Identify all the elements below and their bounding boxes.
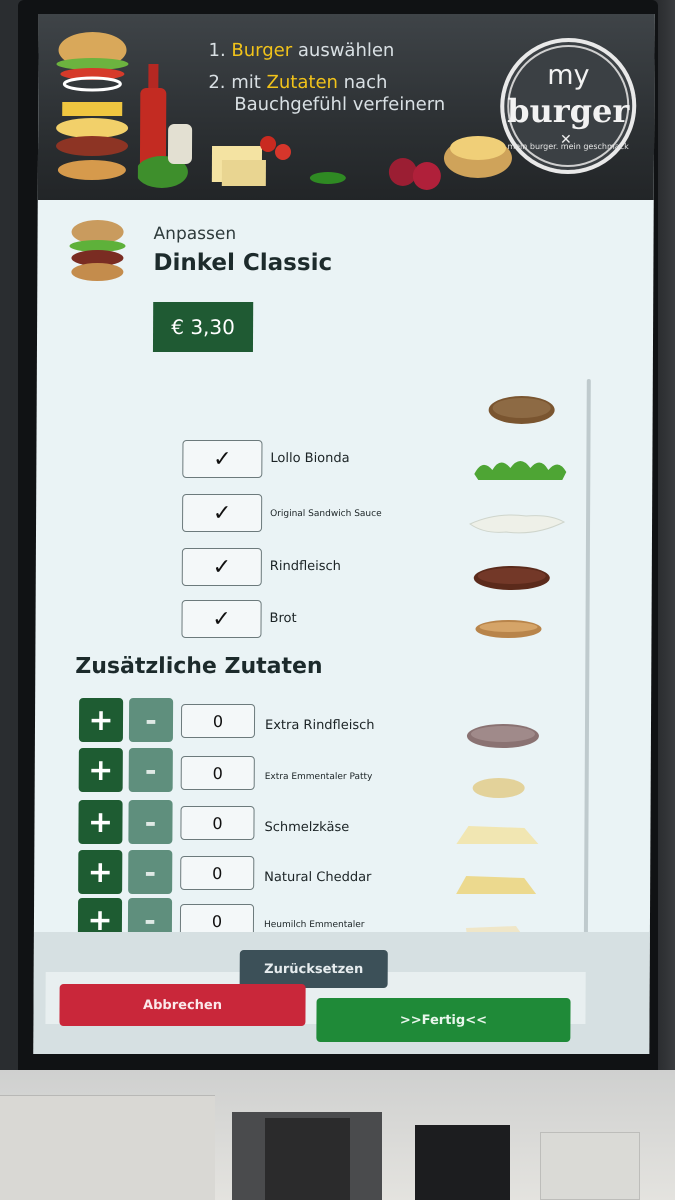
receipt-slot: [415, 1125, 510, 1200]
cheese-slice-icon: [456, 826, 539, 844]
quantity-field[interactable]: 0: [180, 856, 255, 890]
extra-label: Heumilch Emmentaler: [263, 920, 365, 930]
plus-button[interactable]: +: [78, 850, 123, 894]
ingredient-checkbox[interactable]: ✓: [182, 440, 263, 478]
quantity-field[interactable]: 0: [180, 806, 255, 840]
quantity-field[interactable]: 0: [180, 704, 256, 738]
done-button[interactable]: >>Fertig<<: [316, 998, 571, 1042]
patty-icon: [466, 724, 539, 748]
plus-button[interactable]: +: [78, 748, 123, 792]
extra-label: Natural Cheddar: [264, 870, 372, 885]
extra-label: Schmelzkäse: [264, 820, 350, 835]
beef-patty-icon: [473, 566, 550, 590]
price-badge: € 3,30: [152, 302, 254, 352]
onion-fries-illustration: [388, 136, 512, 190]
burger-thumbnail: [69, 220, 126, 281]
sauce-icon: [469, 514, 566, 534]
card-reader-opening: [265, 1118, 350, 1200]
ingredient-checkbox[interactable]: ✓: [181, 600, 262, 638]
minus-button[interactable]: -: [128, 698, 174, 742]
minus-button[interactable]: -: [128, 850, 173, 894]
product-title: Dinkel Classic: [153, 250, 333, 276]
ingredient-checkbox[interactable]: ✓: [181, 548, 262, 586]
minus-button[interactable]: -: [128, 748, 173, 792]
header-banner: 1. Burger auswählen 2. mit Zutaten nach …: [37, 14, 655, 200]
minus-button[interactable]: -: [128, 800, 173, 844]
lettuce-icon: [474, 461, 567, 480]
reset-button[interactable]: Zurücksetzen: [239, 950, 388, 988]
kiosk-screen: 1. Burger auswählen 2. mit Zutaten nach …: [33, 14, 655, 1054]
scrollbar[interactable]: [583, 379, 591, 949]
plus-button[interactable]: +: [78, 800, 123, 844]
plus-button[interactable]: +: [78, 698, 124, 742]
cancel-button[interactable]: Abbrechen: [59, 984, 306, 1026]
extra-label: Extra Rindfleisch: [264, 718, 375, 733]
extras-heading: Zusätzliche Zutaten: [75, 654, 323, 679]
cheese-illustration: [137, 124, 346, 188]
banner-instructions: 1. Burger auswählen 2. mit Zutaten nach …: [208, 40, 445, 116]
ingredient-label: Original Sandwich Sauce: [270, 509, 382, 519]
banner-step-2: 2. mit Zutaten nach: [208, 72, 388, 93]
logo-tagline: mein burger. mein geschmack: [507, 142, 629, 151]
ingredient-label: Brot: [269, 611, 297, 626]
bun-bottom-icon: [475, 620, 542, 638]
ingredient-label: Lollo Bionda: [270, 451, 350, 466]
kiosk-panel-right: [540, 1132, 640, 1200]
bun-top-icon: [488, 396, 555, 424]
quantity-field[interactable]: 0: [180, 756, 255, 790]
page-subtitle: Anpassen: [153, 224, 237, 244]
extra-label: Extra Emmentaler Patty: [264, 772, 373, 782]
cheddar-icon: [456, 876, 537, 894]
burger-illustration: [56, 32, 129, 180]
ingredient-label: Rindfleisch: [269, 559, 341, 574]
cheese-patty-icon: [472, 778, 525, 798]
myburger-logo: my burger ✕ mein burger. mein geschmack: [499, 38, 637, 174]
ingredient-checkbox[interactable]: ✓: [182, 494, 263, 532]
kiosk-panel: [0, 1095, 215, 1200]
banner-step-1: 1. Burger auswählen: [208, 40, 395, 61]
banner-step-2-line-2: Bauchgefühl verfeinern: [234, 94, 446, 115]
